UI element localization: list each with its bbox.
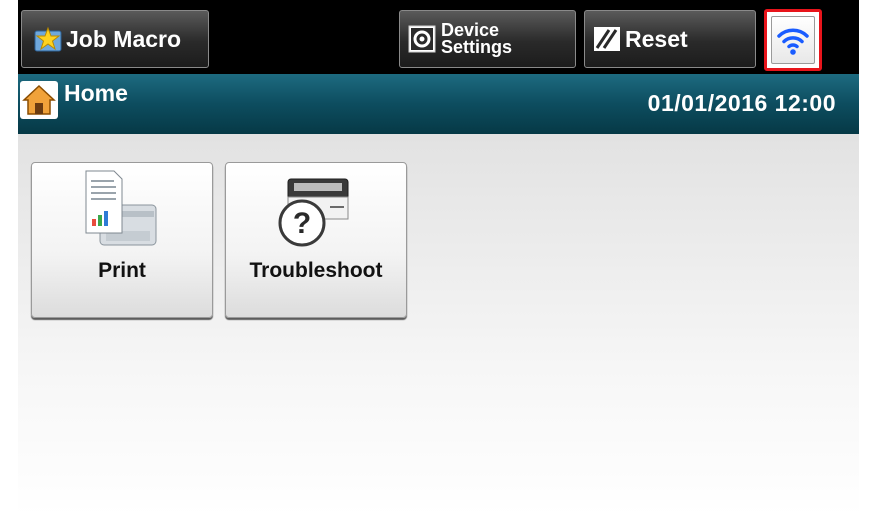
wifi-button[interactable] — [764, 9, 822, 71]
job-macro-button[interactable]: Job Macro — [21, 10, 209, 68]
wifi-button-face — [771, 16, 815, 64]
svg-text:?: ? — [293, 207, 311, 240]
device-settings-label: Device Settings — [441, 21, 513, 57]
home-icon — [20, 81, 58, 119]
print-tile-label: Print — [98, 259, 146, 282]
status-bar: Home 01/01/2016 12:00 — [18, 74, 859, 134]
settings-gear-icon — [408, 25, 436, 53]
reset-slash-icon — [594, 27, 620, 51]
print-icon — [85, 170, 157, 246]
troubleshoot-tile-label: Troubleshoot — [249, 259, 383, 282]
reset-button[interactable]: Reset — [584, 10, 756, 68]
printer-panel-screen: Job Macro Device Settings Reset Home 01/… — [18, 0, 859, 516]
print-tile-button[interactable]: Print — [31, 162, 213, 318]
device-settings-button[interactable]: Device Settings — [399, 10, 576, 68]
screen-title: Home — [64, 80, 128, 106]
job-macro-label: Job Macro — [66, 25, 182, 52]
wifi-icon — [777, 28, 809, 55]
device-settings-line2: Settings — [441, 37, 513, 57]
datetime-display: 01/01/2016 12:00 — [647, 90, 836, 116]
top-toolbar: Job Macro Device Settings Reset — [18, 0, 859, 74]
troubleshoot-tile-button[interactable]: ? Troubleshoot — [225, 162, 407, 318]
reset-label: Reset — [625, 25, 688, 52]
star-folder-icon — [34, 26, 62, 52]
troubleshoot-icon: ? — [278, 178, 349, 247]
